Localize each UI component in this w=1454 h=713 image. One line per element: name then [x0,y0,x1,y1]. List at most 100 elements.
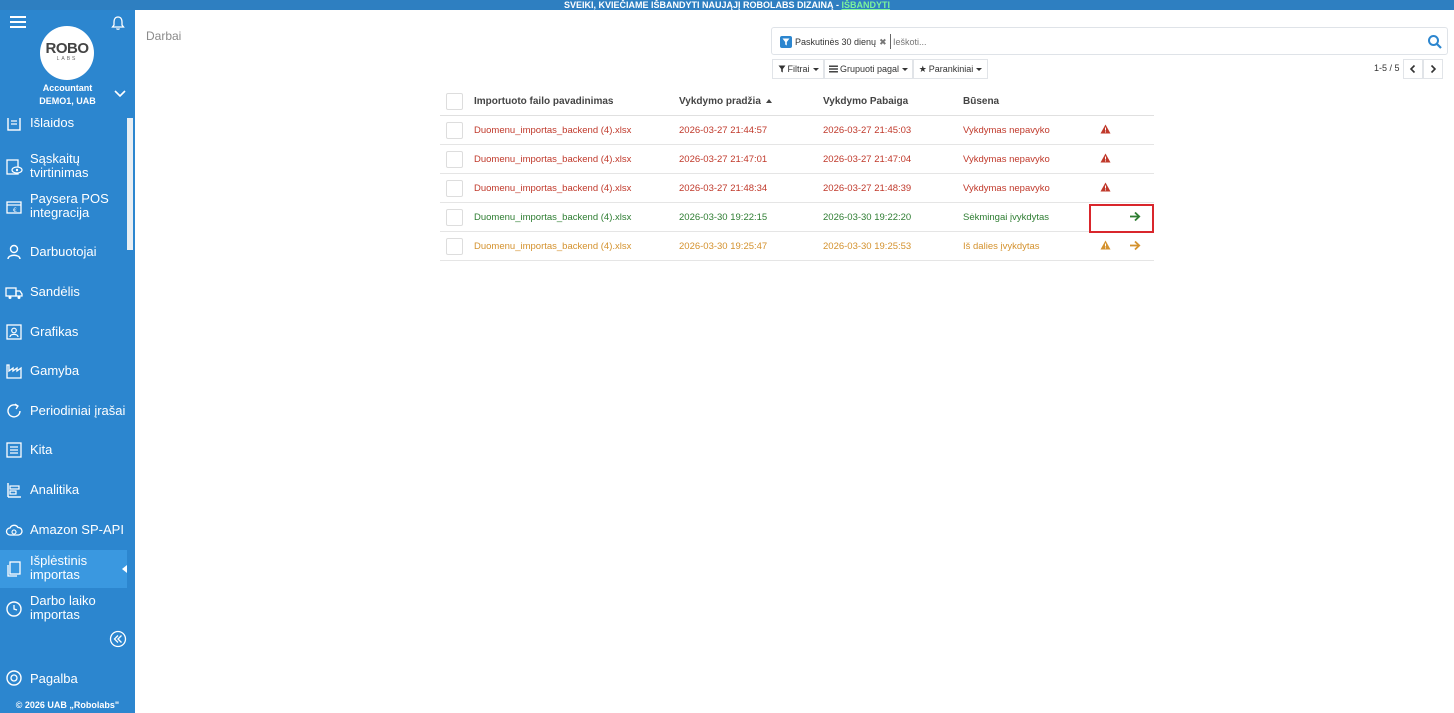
sidebar-item-analitika[interactable]: Analitika [0,480,127,500]
sidebar-item-gamyba[interactable]: Gamyba [0,361,127,381]
row-checkbox[interactable] [446,122,463,139]
caret-down-icon [812,67,819,71]
pager-previous-button[interactable] [1403,59,1423,79]
receipt-icon [7,118,21,131]
row-end-time: 2026-03-30 19:25:53 [823,241,912,252]
search-bar[interactable]: Paskutinės 30 dienų ✖ [771,27,1448,55]
table-row[interactable]: Duomenu_importas_backend (4).xlsx 2026-0… [440,145,1154,174]
refresh-icon [7,403,21,418]
column-header-status[interactable]: Būsena [963,96,999,107]
banner-try-link[interactable]: IŠBANDYTI [842,0,891,10]
sidebar-item-isplestinis-importas[interactable]: Išplėstinis importas [0,550,127,588]
table-header: Importuoto failo pavadinimas Vykdymo pra… [440,88,1154,116]
row-status: Iš dalies įvykdytas [963,241,1040,252]
search-icon[interactable] [1427,34,1442,49]
highlight-box [1089,204,1154,233]
company-logo: ROBO LABS [40,26,94,80]
arrow-right-icon[interactable] [1129,240,1141,251]
funnel-icon [778,65,785,73]
sidebar-item-label: Sąskaitų tvirtinimas [30,151,89,180]
group-by-button[interactable]: Grupuoti pagal [824,59,913,79]
page-title: Darbai [146,29,182,43]
favorites-button-label: Parankiniai [928,64,974,74]
lifebuoy-icon [6,670,22,686]
sidebar-item-grafikas[interactable]: Grafikas [0,322,127,342]
row-checkbox[interactable] [446,180,463,197]
sidebar-header: ROBO LABS Accountant DEMO1, UAB [0,10,135,118]
search-input[interactable] [890,34,1410,49]
filter-chip[interactable]: Paskutinės 30 dienų ✖ [780,33,887,51]
star-icon: ★ [918,63,927,74]
svg-text:€: € [13,207,17,214]
table-row[interactable]: Duomenu_importas_backend (4).xlsx 2026-0… [440,174,1154,203]
sidebar-item-label: Analitika [30,482,80,497]
row-start-time: 2026-03-27 21:44:57 [679,125,768,136]
sidebar-item-label: Kita [30,442,53,457]
chevron-left-icon [1409,64,1416,74]
warning-icon [1100,153,1111,163]
row-checkbox[interactable] [446,238,463,255]
sidebar-item-periodiniai-irasai[interactable]: Periodiniai įrašai [0,401,127,421]
sidebar-item-label: Paysera POS integracija [30,191,109,220]
chevron-down-icon[interactable] [114,89,126,99]
sidebar-item-label: Išlaidos [30,118,75,130]
favorites-button[interactable]: ★ Parankiniai [913,59,988,79]
filters-button[interactable]: Filtrai [772,59,824,79]
sidebar-item-darbo-laiko-importas[interactable]: Darbo laiko importas [0,592,127,626]
caret-down-icon [976,67,983,71]
sidebar-scrollbar[interactable] [127,118,133,250]
table-row[interactable]: Duomenu_importas_backend (4).xlsx 2026-0… [440,203,1154,233]
sidebar-item-sandelis[interactable]: Sandėlis [0,282,127,302]
table-row[interactable]: Duomenu_importas_backend (4).xlsx 2026-0… [440,116,1154,145]
factory-icon [6,364,22,379]
row-checkbox[interactable] [446,151,463,168]
warning-icon [1100,182,1111,192]
sidebar-item-label: Darbuotojai [30,244,97,259]
sidebar-item-paysera-pos[interactable]: € Paysera POS integracija [0,190,127,224]
column-header-start[interactable]: Vykdymo pradžia [679,96,772,107]
warning-icon [1100,240,1111,250]
row-file-name: Duomenu_importas_backend (4).xlsx [474,125,632,136]
sidebar-item-saskaitu-tvirtinimas[interactable]: Sąskaitų tvirtinimas [0,150,127,184]
row-start-time: 2026-03-27 21:47:01 [679,154,768,165]
sidebar-item-label: Išplėstinis importas [30,553,88,582]
bell-icon[interactable] [110,15,126,31]
eye-icon [6,159,23,175]
close-icon[interactable]: ✖ [879,37,887,48]
row-status: Vykdymas nepavyko [963,183,1050,194]
sidebar-item-islaidos[interactable]: Išlaidos [0,118,127,132]
pager-value: 1-5 / 5 [1374,63,1400,73]
column-header-file[interactable]: Importuoto failo pavadinimas [474,96,613,107]
row-start-time: 2026-03-30 19:22:15 [679,212,768,223]
truck-icon [5,287,23,299]
hamburger-menu-icon[interactable] [10,16,26,30]
filter-chip-label: Paskutinės 30 dienų [795,37,877,47]
id-card-icon [6,324,22,340]
row-file-name: Duomenu_importas_backend (4).xlsx [474,183,632,194]
banner-text: SVEIKI, KVIEČIAME IŠBANDYTI NAUJĄJĮ ROBO… [563,0,842,10]
collapse-sidebar-icon[interactable] [109,630,127,648]
list-icon [6,442,22,458]
sidebar-item-label: Pagalba [30,671,78,686]
sidebar-item-kita[interactable]: Kita [0,440,127,460]
row-checkbox[interactable] [446,209,463,226]
sidebar-item-label: Darbo laiko importas [30,593,96,622]
bars-icon [829,65,838,73]
select-all-checkbox[interactable] [446,93,463,110]
row-end-time: 2026-03-27 21:45:03 [823,125,912,136]
row-file-name: Duomenu_importas_backend (4).xlsx [474,241,632,252]
sidebar-item-pagalba[interactable]: Pagalba [0,666,135,690]
row-end-time: 2026-03-30 19:22:20 [823,212,912,223]
column-header-end[interactable]: Vykdymo Pabaiga [823,96,908,107]
cloud-icon [5,524,23,536]
sidebar-item-darbuotojai[interactable]: Darbuotojai [0,242,127,262]
sidebar-item-amazon-sp-api[interactable]: Amazon SP-API [0,520,127,540]
table-row[interactable]: Duomenu_importas_backend (4).xlsx 2026-0… [440,232,1154,261]
caret-down-icon [902,67,908,71]
active-caret-icon [122,565,127,573]
pager-next-button[interactable] [1423,59,1443,79]
chevron-right-icon [1430,64,1437,74]
row-start-time: 2026-03-30 19:25:47 [679,241,768,252]
warning-icon [1100,124,1111,134]
column-header-start-label: Vykdymo pradžia [679,96,761,107]
